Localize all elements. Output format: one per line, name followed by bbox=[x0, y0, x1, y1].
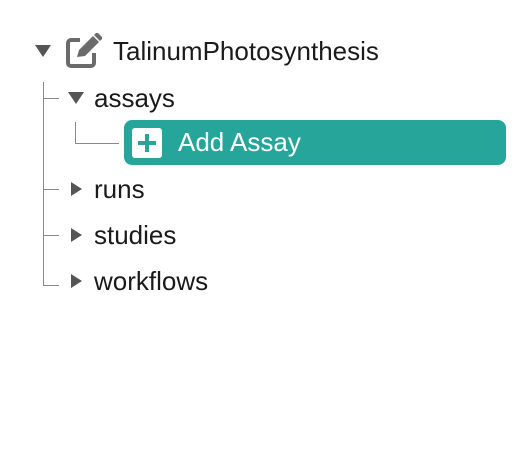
tree-guide-add-assay bbox=[75, 143, 119, 144]
plus-square-icon bbox=[132, 127, 162, 158]
tree-item-label[interactable]: studies bbox=[94, 215, 176, 255]
tree-guide-runs bbox=[43, 189, 59, 190]
file-tree: TalinumPhotosynthesis assays Add Assay r… bbox=[0, 0, 532, 474]
tree-guide-assays-child-vertical bbox=[75, 122, 76, 143]
tree-guide-studies bbox=[43, 235, 59, 236]
tree-item-label[interactable]: assays bbox=[94, 78, 175, 118]
caret-down-icon[interactable] bbox=[68, 92, 84, 104]
tree-item-assays[interactable]: assays bbox=[68, 78, 175, 118]
caret-right-icon[interactable] bbox=[71, 228, 82, 242]
tree-root[interactable]: TalinumPhotosynthesis bbox=[35, 31, 379, 71]
caret-down-icon[interactable] bbox=[35, 45, 51, 57]
tree-item-label[interactable]: runs bbox=[94, 169, 145, 209]
caret-right-icon[interactable] bbox=[71, 182, 82, 196]
add-assay-button[interactable]: Add Assay bbox=[124, 120, 506, 165]
tree-root-label[interactable]: TalinumPhotosynthesis bbox=[113, 31, 379, 71]
tree-item-workflows[interactable]: workflows bbox=[71, 261, 208, 301]
tree-item-label[interactable]: workflows bbox=[94, 261, 208, 301]
tree-guide-assays bbox=[43, 98, 59, 99]
add-assay-label: Add Assay bbox=[178, 127, 301, 157]
tree-guide-workflows bbox=[43, 285, 59, 286]
edit-icon[interactable] bbox=[66, 32, 103, 69]
tree-item-studies[interactable]: studies bbox=[71, 215, 176, 255]
caret-right-icon[interactable] bbox=[71, 274, 82, 288]
tree-guide-vertical bbox=[43, 82, 44, 285]
tree-item-runs[interactable]: runs bbox=[71, 169, 145, 209]
